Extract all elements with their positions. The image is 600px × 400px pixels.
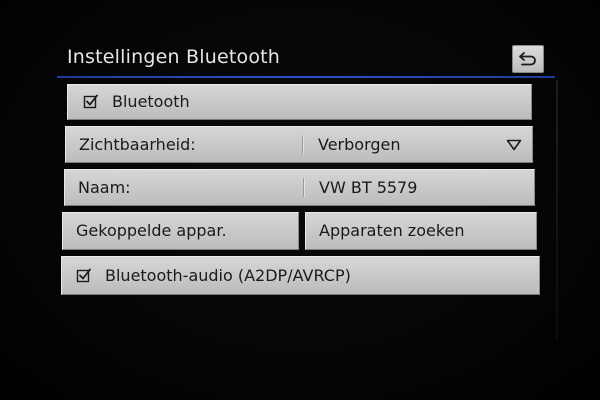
device-name-value: VW BT 5579 [319, 177, 418, 197]
search-devices-label: Apparaten zoeken [319, 221, 465, 240]
title-divider [57, 76, 555, 78]
paired-devices-button[interactable]: Gekoppelde appar. [62, 212, 299, 250]
checkbox-checked-icon [76, 268, 91, 282]
paired-devices-label: Gekoppelde appar. [76, 221, 227, 240]
field-divider [302, 135, 303, 154]
visibility-dropdown[interactable]: Zichtbaarheid: Verborgen [65, 126, 533, 163]
bluetooth-toggle-button[interactable]: Bluetooth [67, 84, 532, 120]
device-name-label: Naam: [78, 177, 131, 197]
visibility-value: Verborgen [318, 134, 401, 154]
bluetooth-toggle-label: Bluetooth [112, 92, 190, 111]
checkbox-checked-icon [83, 94, 98, 109]
bluetooth-audio-label: Bluetooth-audio (A2DP/AVRCP) [105, 265, 351, 285]
page-title: Instellingen Bluetooth [67, 46, 281, 68]
bluetooth-audio-toggle-button[interactable]: Bluetooth-audio (A2DP/AVRCP) [61, 256, 540, 295]
scroll-track [556, 80, 558, 340]
back-button[interactable] [512, 45, 544, 73]
bluetooth-settings-screen: Instellingen Bluetooth Bluetooth Zichtba… [0, 0, 600, 400]
dropdown-triangle-icon [506, 139, 522, 150]
search-devices-button[interactable]: Apparaten zoeken [305, 212, 537, 250]
back-arrow-icon [519, 52, 536, 66]
visibility-label: Zichtbaarheid: [79, 134, 196, 154]
field-divider [303, 178, 304, 197]
device-name-field[interactable]: Naam: VW BT 5579 [64, 169, 535, 206]
